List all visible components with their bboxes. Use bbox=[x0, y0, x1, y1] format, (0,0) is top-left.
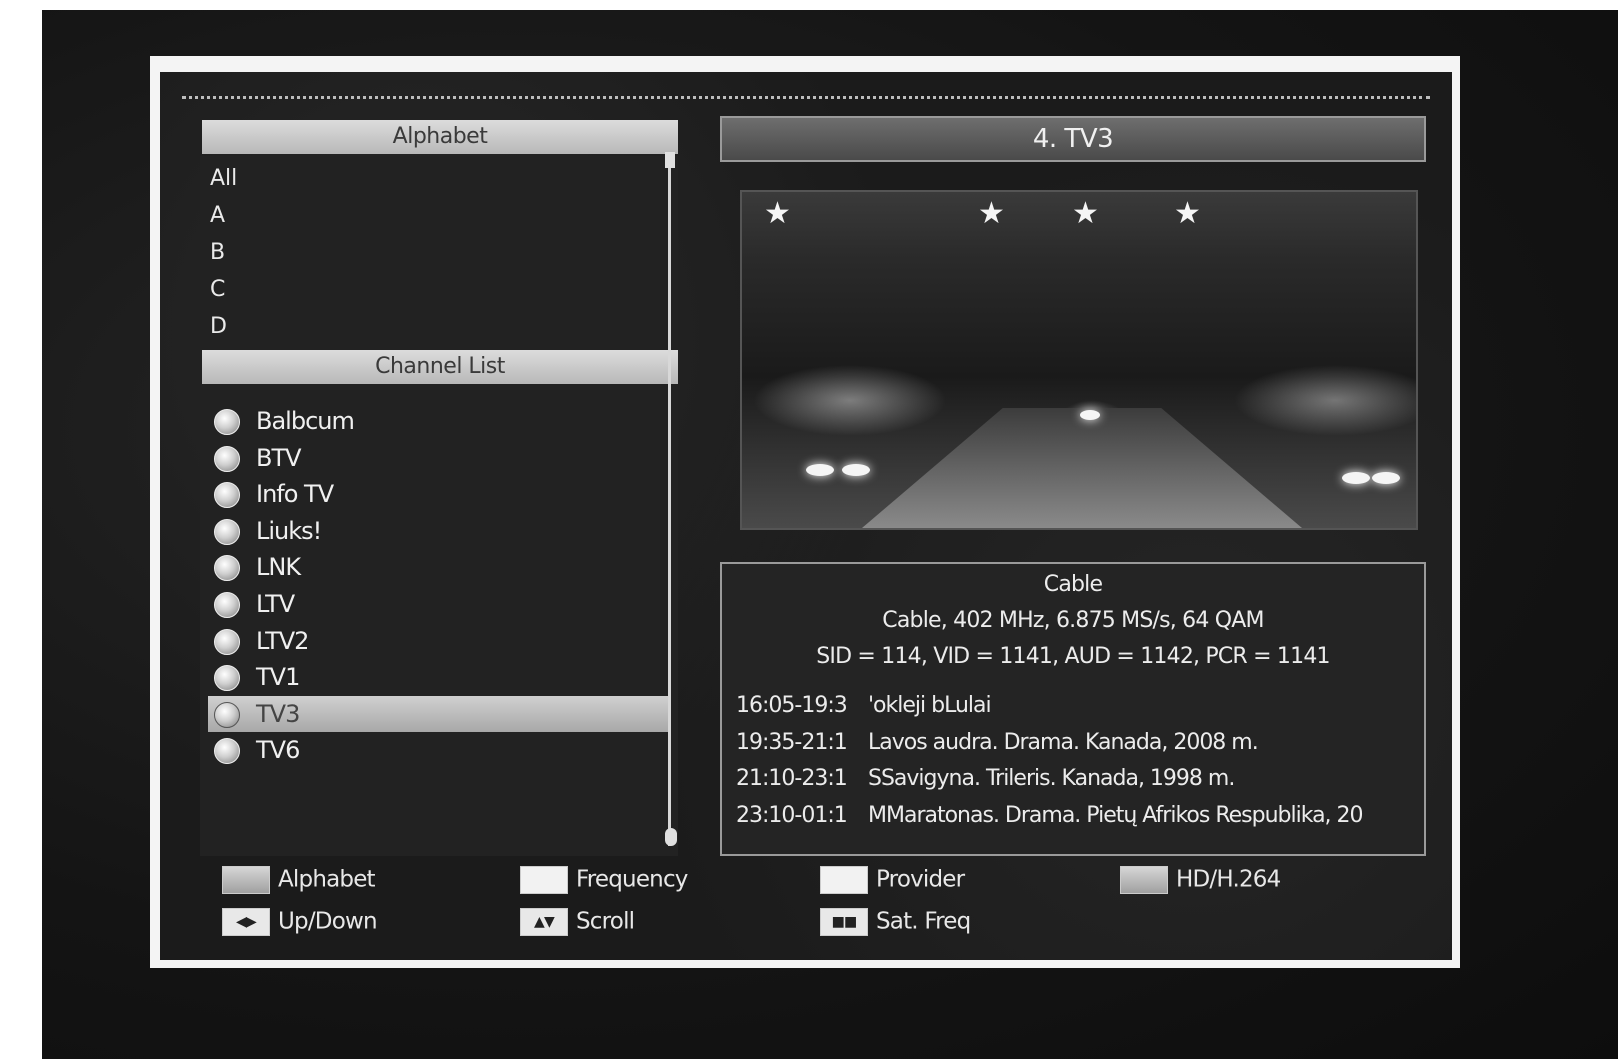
epg-time: 19:35-21:1 bbox=[736, 729, 848, 755]
globe-icon bbox=[214, 591, 240, 618]
channel-item-tv1[interactable]: TV1 bbox=[208, 659, 668, 696]
epg-row: 23:10-01:1 MMaratonas. Drama. Pietų Afrik… bbox=[736, 798, 1416, 835]
legend-scroll-label: Scroll bbox=[576, 908, 635, 935]
globe-icon bbox=[214, 701, 240, 728]
scrollbar-bottom-handle[interactable] bbox=[665, 828, 677, 846]
globe-icon bbox=[214, 518, 240, 545]
legend-provider-label: Provider bbox=[876, 866, 965, 893]
channel-item-ltv2[interactable]: LTV2 bbox=[208, 623, 668, 660]
channel-name: Liuks! bbox=[256, 516, 322, 545]
channel-list: Balbcum BTV Info TV Liuks! LNK LTV LTV2 … bbox=[208, 403, 668, 769]
alphabet-item-d[interactable]: D bbox=[210, 308, 237, 345]
channel-item-info-tv[interactable]: Info TV bbox=[208, 476, 668, 513]
channel-name: BTV bbox=[256, 443, 302, 472]
channel-item-btv[interactable]: BTV bbox=[208, 440, 668, 477]
channel-item-ltv[interactable]: LTV bbox=[208, 586, 668, 623]
legend-frequency[interactable]: Frequency bbox=[520, 866, 688, 894]
channel-name: TV1 bbox=[256, 663, 300, 692]
grey-key-icon bbox=[1120, 866, 1168, 894]
channel-name: TV6 bbox=[256, 736, 300, 765]
channel-item-balbcum[interactable]: Balbcum bbox=[208, 403, 668, 440]
info-tuning: Cable, 402 MHz, 6.875 MS/s, 64 QAM bbox=[882, 608, 1264, 633]
scrollbar-top-handle[interactable] bbox=[665, 152, 675, 168]
star-icon: ★ bbox=[978, 196, 1005, 231]
top-divider bbox=[182, 96, 1430, 99]
info-key-icon: ■■ bbox=[820, 908, 868, 936]
legend-frequency-label: Frequency bbox=[576, 866, 688, 893]
white-key-icon bbox=[520, 866, 568, 894]
channel-item-lnk[interactable]: LNK bbox=[208, 549, 668, 586]
left-right-arrow-key-icon: ◀▶ bbox=[222, 908, 270, 936]
grey-key-icon bbox=[222, 866, 270, 894]
white-key-icon bbox=[820, 866, 868, 894]
legend-hd-label: HD/H.264 bbox=[1176, 866, 1281, 893]
preview-light bbox=[842, 464, 870, 476]
preview-light bbox=[1342, 472, 1370, 484]
star-icon: ★ bbox=[1174, 196, 1201, 231]
globe-icon bbox=[214, 409, 240, 435]
alphabet-list: All A B C D bbox=[210, 160, 237, 345]
epg-title: MMaratonas. Drama. Pietų Afrikos Respubl… bbox=[868, 802, 1364, 828]
channel-item-liuks[interactable]: Liuks! bbox=[208, 513, 668, 550]
preview-light bbox=[1372, 472, 1400, 484]
channel-item-tv3[interactable]: TV3 bbox=[208, 695, 668, 733]
preview-light bbox=[806, 464, 834, 476]
alphabet-item-a[interactable]: A bbox=[210, 197, 237, 234]
channel-name: LNK bbox=[256, 553, 301, 582]
info-pids: SID = 114, VID = 1141, AUD = 1142, PCR =… bbox=[816, 644, 1330, 669]
alphabet-item-all[interactable]: All bbox=[210, 160, 237, 197]
channel-name: LTV2 bbox=[256, 626, 309, 655]
preview-light bbox=[1080, 410, 1100, 420]
globe-icon bbox=[214, 738, 240, 765]
globe-icon bbox=[214, 628, 240, 655]
star-icon: ★ bbox=[1072, 196, 1099, 231]
epg-title: Lavos audra. Drama. Kanada, 2008 m. bbox=[868, 729, 1259, 755]
channel-name: Balbcum bbox=[256, 407, 355, 435]
channel-name: Info TV bbox=[256, 480, 334, 509]
epg-time: 23:10-01:1 bbox=[736, 802, 848, 828]
preview-floor bbox=[862, 408, 1302, 528]
legend-satfreq-label: Sat. Freq bbox=[876, 908, 971, 935]
info-source: Cable bbox=[1043, 572, 1103, 597]
channel-preview-video: ★ ★ ★ ★ bbox=[740, 190, 1418, 530]
current-channel-title: 4. TV3 bbox=[720, 116, 1426, 162]
epg-list: 16:05-19:3 'okleji bLulai 19:35-21:1 Lavos… bbox=[736, 688, 1416, 834]
legend-provider[interactable]: Provider bbox=[820, 866, 965, 894]
channel-list-scrollbar[interactable] bbox=[668, 156, 679, 846]
legend-hd[interactable]: HD/H.264 bbox=[1120, 866, 1281, 894]
legend-satfreq[interactable]: ■■ Sat. Freq bbox=[820, 908, 971, 936]
globe-icon bbox=[214, 482, 240, 509]
channel-name: LTV bbox=[256, 589, 295, 618]
globe-icon bbox=[214, 445, 240, 472]
globe-icon bbox=[214, 665, 240, 692]
star-icon: ★ bbox=[764, 196, 791, 231]
epg-row: 16:05-19:3 'okleji bLulai bbox=[736, 688, 1416, 725]
epg-row: 21:10-23:1 SSavigyna. Trileris. Kanada, 1… bbox=[736, 761, 1416, 798]
alphabet-item-b[interactable]: B bbox=[210, 234, 237, 271]
channel-list-header: Channel List bbox=[202, 350, 678, 384]
channel-name: TV3 bbox=[256, 699, 300, 728]
epg-title: 'okleji bLulai bbox=[868, 693, 992, 718]
alphabet-item-c[interactable]: C bbox=[210, 271, 237, 308]
page-key-icon: ▲▼ bbox=[520, 908, 568, 936]
legend-alphabet[interactable]: Alphabet bbox=[222, 866, 376, 894]
legend-updown[interactable]: ◀▶ Up/Down bbox=[222, 908, 378, 936]
epg-title: SSavigyna. Trileris. Kanada, 1998 m. bbox=[868, 766, 1235, 792]
epg-time: 21:10-23:1 bbox=[736, 766, 848, 792]
globe-icon bbox=[214, 555, 240, 582]
channel-item-tv6[interactable]: TV6 bbox=[208, 732, 668, 769]
legend-updown-label: Up/Down bbox=[278, 908, 378, 935]
epg-row: 19:35-21:1 Lavos audra. Drama. Kanada, 20… bbox=[736, 725, 1416, 762]
epg-time: 16:05-19:3 bbox=[736, 693, 848, 718]
legend-alphabet-label: Alphabet bbox=[278, 866, 376, 893]
alphabet-header: Alphabet bbox=[202, 120, 678, 154]
legend-scroll[interactable]: ▲▼ Scroll bbox=[520, 908, 635, 936]
